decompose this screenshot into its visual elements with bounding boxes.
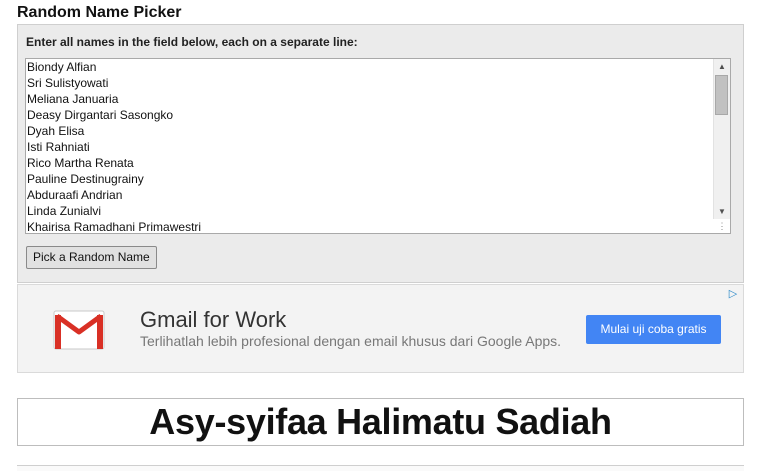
names-textarea[interactable]: Biondy Alfian Sri Sulistyowati Meliana J… bbox=[25, 58, 731, 234]
name-picker-panel: Enter all names in the field below, each… bbox=[17, 24, 744, 283]
scrollbar-thumb[interactable] bbox=[715, 75, 728, 115]
advertisement-banner[interactable]: Gmail for Work Terlihatlah lebih profesi… bbox=[17, 284, 744, 373]
name-line: Linda Zunialvi bbox=[27, 204, 102, 218]
scroll-down-arrow-icon[interactable]: ▼ bbox=[714, 205, 730, 219]
ad-headline: Gmail for Work bbox=[140, 307, 287, 332]
name-line: Deasy Dirgantari Sasongko bbox=[27, 108, 174, 122]
ad-subtext: Terlihatlah lebih profesional dengan ema… bbox=[140, 333, 562, 349]
instructions-label: Enter all names in the field below, each… bbox=[26, 35, 358, 49]
name-line: Rico Martha Renata bbox=[27, 156, 134, 170]
name-line: Pauline Destinugrainy bbox=[27, 172, 144, 186]
name-line: Khairisa Ramadhani Primawestri bbox=[27, 220, 202, 234]
picked-name: Asy-syifaa Halimatu Sadiah bbox=[149, 401, 612, 442]
textarea-scrollbar[interactable]: ▲ ▼ bbox=[713, 59, 730, 219]
name-line: Sri Sulistyowati bbox=[27, 76, 109, 90]
bottom-divider bbox=[17, 465, 744, 471]
scroll-up-arrow-icon[interactable]: ▲ bbox=[714, 60, 730, 74]
resize-handle-icon[interactable]: ⋮ bbox=[715, 219, 729, 233]
name-line: Isti Rahniati bbox=[27, 140, 90, 154]
ad-choices-icon[interactable]: ▷ bbox=[726, 287, 740, 301]
name-line: Biondy Alfian bbox=[27, 60, 97, 74]
name-line: Dyah Elisa bbox=[27, 124, 85, 138]
gmail-logo-icon bbox=[53, 310, 105, 350]
picked-name-box: Asy-syifaa Halimatu Sadiah bbox=[17, 398, 744, 446]
name-line: Meliana Januaria bbox=[27, 92, 119, 106]
ad-cta-button[interactable]: Mulai uji coba gratis bbox=[586, 315, 721, 344]
pick-random-name-button[interactable]: Pick a Random Name bbox=[26, 246, 157, 269]
page-title: Random Name Picker bbox=[17, 4, 182, 21]
name-line: Abduraafi Andrian bbox=[27, 188, 123, 202]
names-list: Biondy Alfian Sri Sulistyowati Meliana J… bbox=[26, 59, 714, 234]
